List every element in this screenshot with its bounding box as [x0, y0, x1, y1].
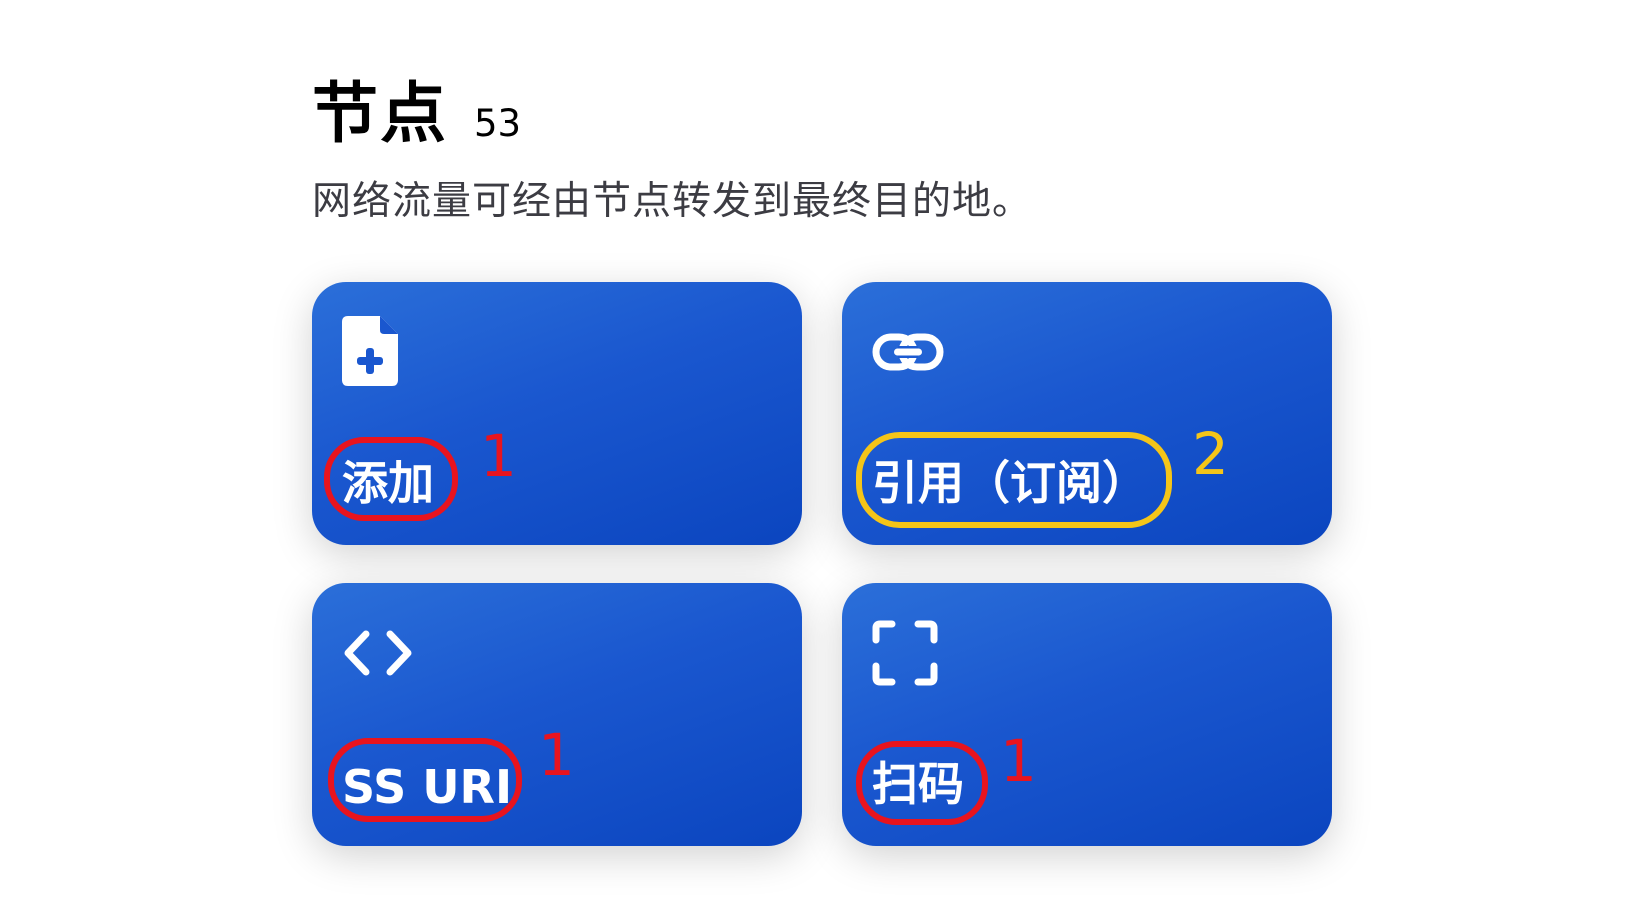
scan-code-label: 扫码 [872, 757, 964, 811]
scan-code-annotation-number: 1 [1000, 727, 1037, 795]
file-plus-icon [342, 312, 422, 392]
title-row: 节点 53 [312, 60, 521, 156]
add-annotation-number: 1 [480, 422, 517, 490]
add-node-button[interactable]: 添加 1 [312, 282, 802, 545]
node-count: 53 [474, 102, 522, 145]
link-icon [872, 312, 952, 392]
action-grid: 添加 1 引用（订阅） 2 SS URI 1 扫码 1 [312, 282, 1332, 846]
reference-annotation-number: 2 [1192, 420, 1229, 488]
reference-subscription-button[interactable]: 引用（订阅） 2 [842, 282, 1332, 545]
ss-uri-button[interactable]: SS URI 1 [312, 583, 802, 846]
ss-uri-annotation-number: 1 [538, 721, 575, 789]
ss-uri-label: SS URI [342, 760, 513, 814]
code-brackets-icon [342, 613, 422, 693]
nodes-page: 节点 53 网络流量可经由节点转发到最终目的地。 添加 1 引用（订阅） 2 S… [0, 0, 1642, 899]
scan-frame-icon [872, 613, 952, 693]
page-subtitle: 网络流量可经由节点转发到最终目的地。 [312, 179, 1033, 224]
page-title: 节点 [312, 75, 448, 152]
scan-code-button[interactable]: 扫码 1 [842, 583, 1332, 846]
add-label: 添加 [342, 456, 434, 510]
reference-label: 引用（订阅） [872, 456, 1148, 510]
